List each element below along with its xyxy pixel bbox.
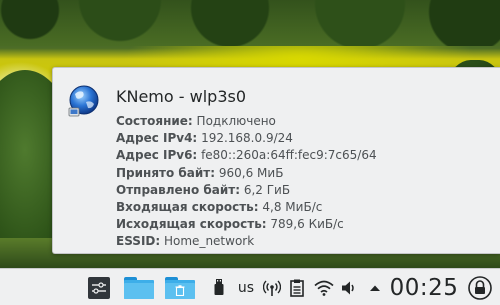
tray-keyboard-layout[interactable]: us — [233, 269, 259, 305]
row-sent: Отправлено байт: 6,2 ГиБ — [116, 182, 377, 199]
status-label: Состояние: — [116, 114, 193, 128]
outgoing-speed-label: Исходящая скорость: — [116, 217, 267, 232]
usb-icon — [214, 278, 224, 295]
ipv4-label: Адрес IPv4: — [116, 131, 198, 146]
taskbar-panel: us 00:25 — [0, 268, 500, 305]
knemo-network-globe-icon — [68, 85, 99, 117]
tray-expand-button[interactable] — [367, 269, 383, 305]
task-trash-folder-button[interactable] — [164, 269, 196, 305]
tray-volume[interactable] — [338, 269, 360, 305]
digital-clock[interactable]: 00:25 — [388, 269, 460, 305]
row-outgoing-speed: Исходящая скорость: 789,6 КиБ/с — [116, 216, 377, 233]
sent-label: Отправлено байт: — [116, 182, 241, 197]
outgoing-speed-value: 789,6 КиБ/с — [270, 217, 344, 232]
trash-folder-icon — [165, 276, 195, 299]
tray-usb[interactable] — [210, 269, 228, 305]
tooltip-details: Состояние: Подключено Адрес IPv4: 192.16… — [116, 113, 377, 251]
row-incoming-speed: Входящая скорость: 4,8 МиБ/с — [116, 199, 377, 216]
row-essid: ESSID: Home_network — [116, 233, 377, 250]
clock-time: 00:25 — [389, 274, 459, 301]
wallpaper-trees — [0, 0, 500, 46]
row-ipv6: Адрес IPv6: fe80::260a:64ff:fec9:7c65/64 — [116, 147, 377, 164]
knemo-tooltip: KNemo - wlp3s0 Состояние: Подключено Адр… — [52, 67, 500, 254]
tray-expand-arrow-icon — [370, 285, 380, 291]
panel-settings-button[interactable] — [85, 269, 113, 305]
lock-screen-button[interactable] — [466, 269, 494, 305]
tray-wifi[interactable] — [312, 269, 336, 305]
network-broadcast-icon — [263, 280, 281, 296]
incoming-speed-value: 4,8 МиБ/с — [262, 200, 323, 215]
wifi-icon — [314, 280, 334, 296]
volume-icon — [342, 281, 354, 294]
tooltip-title: KNemo - wlp3s0 — [116, 87, 247, 106]
lock-screen-icon — [468, 275, 492, 300]
sent-value: 6,2 ГиБ — [243, 182, 291, 197]
essid-label: ESSID: — [116, 234, 161, 249]
row-received: Принято байт: 960,6 МиБ — [116, 165, 377, 182]
essid-value: Home_network — [164, 234, 255, 249]
row-status: Состояние: Подключено — [116, 113, 377, 130]
ipv4-value: 192.168.0.9/24 — [201, 131, 293, 146]
task-folder-button[interactable] — [123, 269, 155, 305]
tray-knemo[interactable] — [261, 269, 283, 305]
tray-clipboard[interactable] — [287, 269, 307, 305]
ipv6-label: Адрес IPv6: — [116, 148, 198, 163]
folder-icon — [124, 276, 154, 299]
keyboard-layout-label: us — [237, 279, 255, 296]
panel-settings-icon — [88, 276, 110, 299]
row-ipv4: Адрес IPv4: 192.168.0.9/24 — [116, 130, 377, 147]
status-value: Подключено — [196, 114, 276, 128]
clipboard-icon — [290, 279, 304, 297]
ipv6-value: fe80::260a:64ff:fec9:7c65/64 — [201, 148, 377, 163]
incoming-speed-label: Входящая скорость: — [116, 200, 259, 215]
received-label: Принято байт: — [116, 165, 216, 180]
received-value: 960,6 МиБ — [218, 165, 284, 180]
